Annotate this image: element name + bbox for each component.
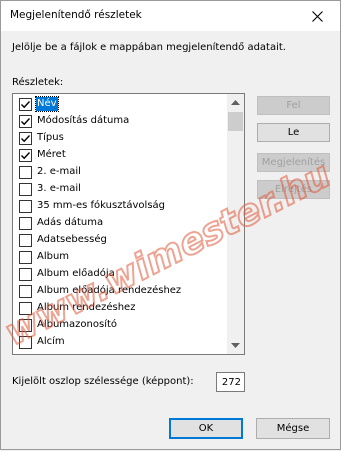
item-checkbox[interactable] (19, 166, 32, 179)
list-item[interactable]: Méret (13, 147, 229, 164)
scroll-thumb[interactable] (228, 112, 243, 131)
list-item[interactable]: Név (13, 96, 229, 113)
title-bar: Megjelenítendő részletek (1, 1, 340, 31)
item-label: Album előadója (37, 268, 115, 279)
checkmark-icon (21, 118, 31, 126)
close-button[interactable] (294, 1, 340, 31)
item-label: Adás dátuma (37, 217, 104, 228)
checkmark-icon (21, 152, 31, 160)
item-checkbox[interactable] (19, 251, 32, 264)
item-checkbox[interactable] (19, 217, 32, 230)
scroll-up-button[interactable] (227, 94, 244, 111)
details-dialog: Megjelenítendő részletek Jelölje be a fá… (0, 0, 341, 450)
list-item[interactable]: 35 mm-es fókusztávolság (13, 198, 229, 215)
list-item[interactable]: Adatsebesség (13, 232, 229, 249)
list-scrollbar[interactable] (227, 94, 244, 354)
checkmark-icon (21, 101, 31, 109)
scroll-down-button[interactable] (227, 337, 244, 354)
item-checkbox[interactable] (19, 336, 32, 349)
item-checkbox[interactable] (19, 285, 32, 298)
ok-button[interactable]: OK (169, 418, 243, 439)
list-item[interactable]: Album előadója rendezéshez (13, 283, 229, 300)
item-checkbox[interactable] (19, 132, 32, 145)
list-item[interactable]: Album előadója (13, 266, 229, 283)
list-item[interactable]: Albumazonosító (13, 317, 229, 334)
dialog-title: Megjelenítendő részletek (10, 9, 142, 21)
item-checkbox[interactable] (19, 149, 32, 162)
item-label: Méret (37, 149, 66, 160)
item-label: Módosítás dátuma (37, 115, 130, 126)
item-checkbox[interactable] (19, 98, 32, 111)
dialog-body: Jelölje be a fájlok e mappában megjelení… (1, 31, 340, 449)
item-label: Típus (37, 132, 64, 143)
item-checkbox[interactable] (19, 268, 32, 281)
list-item[interactable]: 2. e-mail (13, 164, 229, 181)
cancel-button[interactable]: Mégse (256, 418, 330, 439)
details-label: Részletek: (12, 77, 64, 88)
item-label: Név (35, 96, 59, 112)
item-checkbox[interactable] (19, 115, 32, 128)
list-item[interactable]: 3. e-mail (13, 181, 229, 198)
move-up-button[interactable]: Fel (257, 96, 330, 115)
show-button[interactable]: Megjelenítés (257, 153, 330, 172)
checkmark-icon (21, 135, 31, 143)
item-checkbox[interactable] (19, 234, 32, 247)
column-width-label: Kijelölt oszlop szélessége (képpont): (12, 376, 194, 387)
item-label: Album rendezéshez (37, 302, 136, 313)
item-checkbox[interactable] (19, 302, 32, 315)
item-label: 3. e-mail (37, 183, 81, 194)
instruction-text: Jelölje be a fájlok e mappában megjelení… (12, 42, 286, 53)
move-down-button[interactable]: Le (257, 123, 330, 142)
item-label: Alcím (37, 336, 65, 347)
item-label: Album előadója rendezéshez (37, 285, 182, 296)
list-item[interactable]: Album (13, 249, 229, 266)
list-item[interactable]: Alcím (13, 334, 229, 351)
chevron-up-icon (231, 100, 240, 105)
details-list[interactable]: Név Módosítás dátuma Típus Méret 2. e-mail 3.… (12, 93, 245, 355)
item-label: 2. e-mail (37, 166, 81, 177)
item-label: 35 mm-es fókusztávolság (37, 200, 166, 211)
item-checkbox[interactable] (19, 183, 32, 196)
hide-button[interactable]: Elrejtés (257, 180, 330, 199)
list-item[interactable]: Adás dátuma (13, 215, 229, 232)
item-label: Adatsebesség (37, 234, 107, 245)
chevron-down-icon (231, 343, 240, 348)
list-item[interactable]: Típus (13, 130, 229, 147)
close-icon (311, 10, 323, 22)
list-item[interactable]: Album rendezéshez (13, 300, 229, 317)
column-width-value: 272 (221, 376, 241, 388)
item-label: Albumazonosító (37, 319, 118, 330)
item-checkbox[interactable] (19, 319, 32, 332)
item-checkbox[interactable] (19, 200, 32, 213)
list-item[interactable]: Módosítás dátuma (13, 113, 229, 130)
column-width-input[interactable]: 272 (216, 372, 245, 392)
item-label: Album (37, 251, 70, 262)
